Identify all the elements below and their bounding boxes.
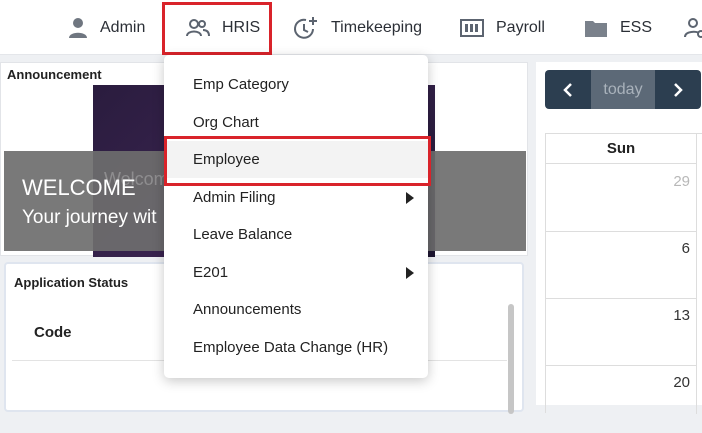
hris-dropdown-menu: Emp Category Org Chart Employee Admin Fi… — [164, 55, 428, 378]
vertical-scrollbar[interactable] — [508, 304, 514, 414]
chevron-left-icon — [563, 82, 572, 97]
top-navigation: Admin HRIS Timekeeping Payroll ESS — [0, 0, 702, 55]
payroll-icon — [460, 18, 484, 37]
menu-item-label: Emp Category — [193, 76, 289, 93]
menu-item-label: Org Chart — [193, 114, 259, 131]
calendar-date: 13 — [673, 307, 690, 324]
menu-item-label: Employee Data Change (HR) — [193, 339, 389, 356]
calendar-prev-button[interactable] — [545, 70, 591, 109]
calendar-grid: Sun 29 6 13 20 — [545, 133, 702, 414]
calendar-day-cell[interactable]: 20 — [546, 366, 696, 433]
menu-item-leave-balance[interactable]: Leave Balance — [164, 216, 428, 253]
calendar-day-cell[interactable]: 13 — [546, 299, 696, 366]
calendar-day-cell[interactable]: 29 — [546, 165, 696, 232]
calendar-day-cell[interactable]: 6 — [546, 232, 696, 299]
chevron-right-icon — [674, 82, 683, 97]
calendar-date: 6 — [681, 240, 690, 257]
submenu-arrow-icon — [406, 266, 414, 279]
menu-item-emp-category[interactable]: Emp Category — [164, 66, 428, 103]
calendar-today-button[interactable]: today — [591, 70, 655, 109]
clock-plus-icon — [293, 15, 319, 41]
nav-admin[interactable]: Admin — [68, 0, 145, 55]
menu-item-employee-data-change[interactable]: Employee Data Change (HR) — [164, 329, 428, 366]
calendar-date: 20 — [673, 374, 690, 391]
hris-highlight-box — [162, 2, 272, 55]
nav-payroll[interactable]: Payroll — [460, 0, 545, 55]
menu-item-e201[interactable]: E201 — [164, 254, 428, 291]
calendar-day-header: Sun — [546, 134, 696, 164]
submenu-arrow-icon — [406, 191, 414, 204]
menu-item-announcements[interactable]: Announcements — [164, 291, 428, 328]
nav-admin-label: Admin — [100, 18, 146, 36]
banner-heading: WELCOME — [22, 175, 136, 200]
banner-subtext: Your journey wit — [22, 207, 157, 228]
calendar-panel: today Sun 29 6 13 20 — [536, 62, 702, 414]
application-status-title: Application Status — [14, 275, 129, 290]
menu-item-label: E201 — [193, 264, 229, 281]
calendar-nav-buttons: today — [545, 70, 701, 109]
menu-item-label: Announcements — [193, 301, 302, 318]
nav-timekeeping[interactable]: Timekeeping — [293, 0, 422, 55]
calendar-date: 29 — [673, 173, 690, 190]
employee-highlight-box — [164, 136, 431, 186]
folder-icon — [584, 18, 608, 38]
nav-more[interactable] — [684, 0, 702, 55]
nav-payroll-label: Payroll — [496, 18, 545, 36]
nav-timekeeping-label: Timekeeping — [331, 18, 423, 36]
calendar-column-divider — [696, 134, 697, 414]
menu-item-label: Leave Balance — [193, 226, 293, 243]
calendar-next-button[interactable] — [655, 70, 701, 109]
menu-item-label: Admin Filing — [193, 189, 276, 206]
person-gear-icon — [684, 17, 702, 39]
announcement-title: Announcement — [7, 67, 102, 82]
person-icon — [68, 17, 88, 39]
nav-ess-label: ESS — [620, 18, 653, 36]
nav-ess[interactable]: ESS — [584, 0, 652, 55]
column-header-code: Code — [34, 324, 72, 341]
